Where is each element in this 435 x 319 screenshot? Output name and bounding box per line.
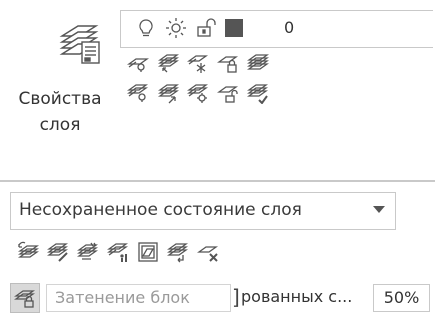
layer-walk-icon[interactable] [76, 241, 99, 263]
layer-state-value: Несохраненное состояние слоя [19, 200, 302, 220]
fade-label-continued: рованных с... [241, 287, 353, 306]
previous-layer-icon[interactable] [17, 241, 40, 263]
color-swatch [225, 19, 243, 37]
layer-state-dropdown[interactable]: Несохраненное состояние слоя [10, 192, 396, 230]
layer-properties-label-line1: Свойства [18, 89, 102, 109]
layer-properties-icon[interactable] [58, 20, 104, 66]
viewport-freeze-icon[interactable] [137, 241, 159, 263]
layer-dropdown[interactable]: 0 [120, 10, 433, 48]
match-layer-icon[interactable] [157, 52, 180, 74]
locked-layer-fade-button[interactable] [10, 283, 40, 313]
merge-layers-icon[interactable] [166, 241, 189, 263]
unlock-layer-icon[interactable] [216, 82, 239, 104]
make-current-layer-icon[interactable] [246, 52, 270, 74]
change-to-current-icon[interactable] [157, 82, 180, 104]
layer-lock-fade-icon [13, 287, 36, 309]
unlock-icon [195, 17, 217, 39]
locked-layer-fade-row: Затенение блок ] рованных с... 50% [10, 283, 432, 313]
panel-divider [0, 180, 435, 182]
current-layer-name: 0 [284, 18, 295, 37]
freeze-layer-icon[interactable] [186, 52, 209, 74]
change-layer-icon[interactable] [46, 241, 69, 263]
unisolate-layer-icon[interactable] [126, 82, 149, 104]
fade-value-field[interactable]: 50% [373, 284, 430, 312]
layer-properties-label-line2: слоя [39, 115, 81, 135]
sun-icon [165, 17, 187, 39]
chevron-down-icon [373, 206, 385, 213]
copy-objects-to-new-layer-icon[interactable] [246, 82, 269, 105]
thaw-all-layers-icon[interactable] [186, 82, 209, 104]
delete-layer-icon[interactable] [196, 241, 219, 263]
text-cursor: ] [232, 285, 240, 309]
layer-properties-label[interactable]: Свойства слоя [10, 86, 110, 138]
fade-label-disabled: Затенение блок [46, 284, 231, 312]
isolate-layer-icon[interactable] [126, 52, 150, 74]
layer-info-icon[interactable] [106, 241, 129, 263]
lightbulb-icon [135, 17, 157, 39]
lock-layer-icon[interactable] [216, 52, 239, 74]
